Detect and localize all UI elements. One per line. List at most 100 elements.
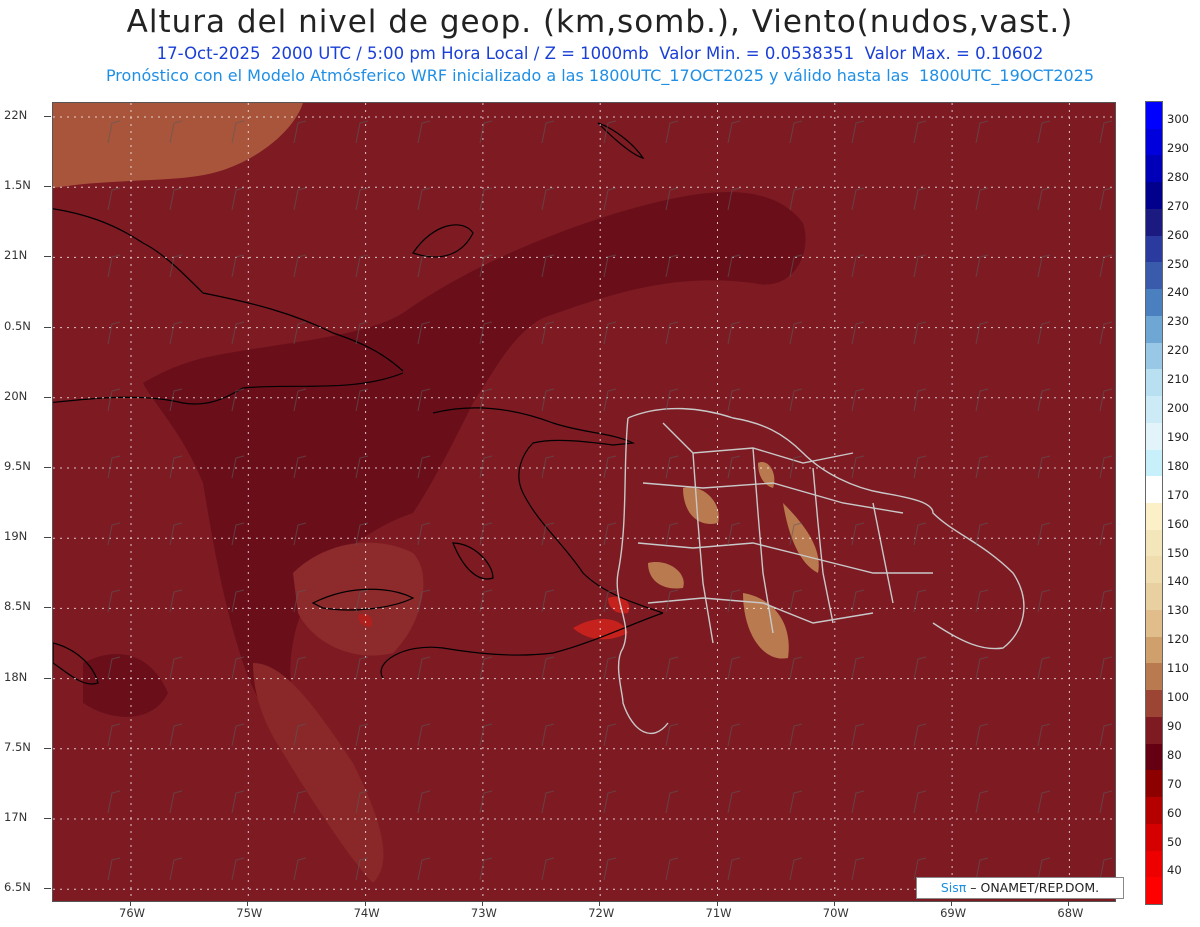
map-area (52, 102, 1116, 902)
latitude-tick (44, 747, 51, 749)
credit-box: Sisπ – ONAMET/REP.DOM. (916, 877, 1124, 899)
colorbar-swatch (1146, 609, 1162, 638)
colorbar-label: 40 (1167, 863, 1182, 878)
colorbar-swatch (1146, 716, 1162, 745)
longitude-label: 71W (705, 906, 732, 920)
colorbar-label: 250 (1167, 256, 1189, 271)
colorbar-label: 210 (1167, 372, 1189, 387)
colorbar-label: 140 (1167, 574, 1189, 589)
latitude-label: 19N (4, 529, 28, 544)
colorbar-swatch (1146, 636, 1162, 664)
forecast-info-line: Pronóstico con el Modelo Atmósferico WRF… (105, 66, 1095, 85)
colorbar (1145, 101, 1163, 905)
colorbar-swatch (1146, 556, 1162, 584)
longitude-tick (1068, 901, 1070, 906)
latitude-label: 0.5N (4, 318, 31, 333)
latitude-label: 22N (4, 108, 28, 122)
colorbar-swatch (1146, 289, 1162, 317)
latitude-tick (44, 396, 51, 398)
colorbar-label: 110 (1167, 661, 1189, 676)
colorbar-label: 270 (1167, 198, 1189, 213)
latitude-tick (44, 607, 51, 609)
colorbar-label: 280 (1167, 169, 1189, 184)
colorbar-swatch (1146, 583, 1162, 611)
longitude-tick (247, 901, 249, 906)
longitude-label: 75W (236, 906, 263, 920)
latitude-tick (44, 326, 51, 328)
colorbar-label: 180 (1167, 458, 1189, 473)
colorbar-label: 50 (1167, 834, 1182, 849)
longitude-tick (130, 901, 131, 906)
colorbar-swatch (1146, 663, 1162, 691)
colorbar-swatch (1146, 155, 1162, 183)
latitude-tick (44, 677, 51, 679)
latitude-label: 1.5N (4, 178, 31, 193)
latitude-tick (44, 888, 51, 890)
colorbar-swatch (1146, 342, 1162, 370)
colorbar-label: 290 (1167, 140, 1189, 155)
colorbar-swatch (1146, 743, 1162, 771)
latitude-label: 20N (4, 388, 28, 403)
latitude-label: 8.5N (4, 599, 31, 614)
longitude-tick (364, 901, 366, 906)
latitude-tick (44, 537, 51, 539)
colorbar-swatch (1146, 369, 1162, 397)
latitude-label: 18N (4, 669, 28, 684)
colorbar-swatch (1146, 182, 1162, 210)
colorbar-label: 80 (1167, 747, 1182, 762)
colorbar-label: 90 (1167, 718, 1182, 733)
longitude-tick (833, 901, 835, 906)
colorbar-label: 230 (1167, 314, 1189, 329)
latitude-tick (44, 116, 51, 117)
colorbar-swatch (1146, 422, 1162, 451)
longitude-label: 68W (1057, 906, 1084, 920)
colorbar-label: 160 (1167, 516, 1189, 531)
colorbar-swatch (1146, 797, 1162, 825)
longitude-label: 76W (119, 906, 146, 920)
colorbar-label: 60 (1167, 805, 1182, 820)
colorbar-label: 100 (1167, 690, 1189, 704)
colorbar-swatch (1146, 690, 1162, 718)
sis-logo: Sisπ (940, 880, 967, 895)
colorbar-swatch (1146, 102, 1162, 130)
colorbar-swatch (1146, 208, 1162, 237)
latitude-label: 6.5N (4, 880, 31, 895)
credit-text: – ONAMET/REP.DOM. (966, 880, 1100, 895)
colorbar-swatch (1146, 476, 1162, 504)
colorbar-label: 150 (1167, 545, 1189, 560)
colorbar-swatch (1146, 235, 1162, 263)
valid-time-line: 17-Oct-2025 2000 UTC / 5:00 pm Hora Loca… (156, 44, 1044, 63)
map-title: Altura del nivel de geop. (km,somb.), Vi… (126, 4, 1074, 40)
geopotential-map (53, 103, 1115, 901)
longitude-label: 70W (822, 906, 849, 920)
longitude-tick (599, 901, 601, 906)
latitude-label: 21N (4, 248, 28, 263)
colorbar-swatch (1146, 262, 1162, 290)
longitude-tick (716, 901, 718, 906)
colorbar-label: 260 (1167, 227, 1189, 242)
latitude-label: 9.5N (4, 459, 31, 473)
colorbar-label: 130 (1167, 603, 1189, 618)
colorbar-swatch (1146, 823, 1162, 852)
colorbar-swatch (1146, 529, 1162, 557)
colorbar-swatch (1146, 396, 1162, 424)
colorbar-swatch (1146, 449, 1162, 477)
colorbar-swatch (1146, 128, 1162, 156)
colorbar-swatch (1146, 850, 1162, 878)
colorbar-swatch (1146, 503, 1162, 531)
longitude-label: 74W (353, 906, 380, 920)
latitude-tick (44, 256, 51, 258)
colorbar-label: 120 (1167, 632, 1189, 647)
colorbar-swatch (1146, 770, 1162, 798)
colorbar-label: 240 (1167, 285, 1189, 300)
colorbar-label: 70 (1167, 776, 1182, 791)
longitude-label: 69W (940, 906, 967, 920)
latitude-tick (44, 818, 51, 819)
latitude-label: 7.5N (4, 739, 31, 754)
latitude-label: 17N (4, 810, 28, 824)
longitude-label: 72W (588, 906, 615, 920)
latitude-tick (44, 186, 51, 188)
longitude-tick (481, 901, 483, 906)
longitude-label: 73W (470, 906, 497, 920)
latitude-tick (44, 467, 51, 468)
